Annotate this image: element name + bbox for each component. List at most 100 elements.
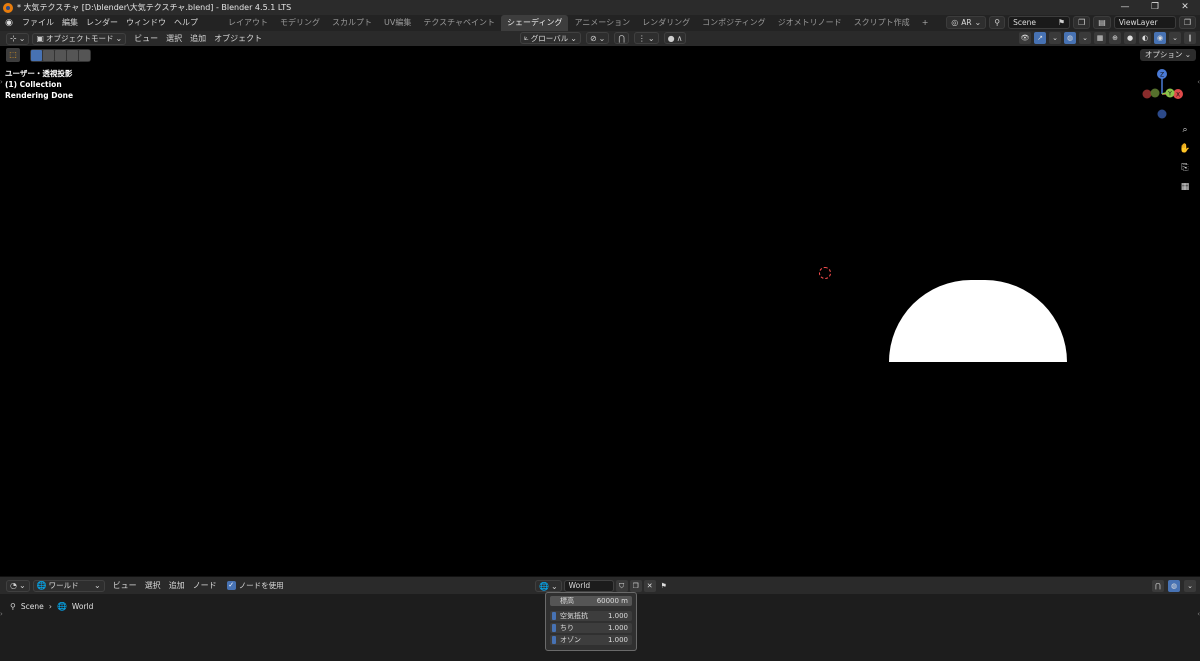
shading-dropdown[interactable]: ⌄	[1169, 32, 1181, 44]
gizmo-dropdown[interactable]: ⌄	[1049, 32, 1061, 44]
tab-compositing[interactable]: コンポジティング	[696, 15, 772, 31]
tab-modeling[interactable]: モデリング	[274, 15, 326, 31]
tab-rendering[interactable]: レンダリング	[636, 15, 696, 31]
node-editor-canvas[interactable]: ⚲ Scene › 🌐 World › ‹ 標高 60000 m 空気抵抗 1.…	[0, 592, 1200, 661]
visibility-icon[interactable]: 👁	[1019, 32, 1031, 44]
perspective-grid-icon[interactable]: ▦	[1178, 181, 1192, 193]
scene-field[interactable]: Scene ⚑	[1008, 16, 1071, 29]
menu-file[interactable]: ファイル	[18, 15, 58, 31]
tab-texture-paint[interactable]: テクスチャペイント	[417, 15, 501, 31]
menu-view[interactable]: ビュー	[130, 31, 162, 46]
world-icon: 🌐	[539, 581, 549, 591]
sidebar-toggle[interactable]: ∥	[1184, 32, 1196, 44]
select-tool-icon[interactable]: ⬚	[6, 48, 20, 62]
overlay-dropdown[interactable]: ⌄	[1184, 580, 1196, 592]
menu-select[interactable]: 選択	[141, 578, 165, 594]
pivot-dropdown[interactable]: ⊘ ⌄	[585, 32, 610, 44]
toolbar-expand-icon[interactable]: ›	[0, 78, 3, 86]
tab-geometry-nodes[interactable]: ジオメトリノード	[772, 15, 848, 31]
orientation-dropdown[interactable]: ⟀ グローバル ⌄	[520, 32, 581, 44]
shader-type-dropdown[interactable]: 🌐 ワールド ⌄	[32, 579, 105, 592]
shading-rendered[interactable]: ◉	[1154, 32, 1166, 44]
blender-logo-icon[interactable]: ◉	[0, 18, 18, 28]
overlay-toggle[interactable]: ◍	[1064, 32, 1076, 44]
breadcrumb: ⚲ Scene › 🌐 World	[10, 602, 93, 611]
snap-toggle[interactable]: ⋂	[614, 32, 629, 44]
tab-shading[interactable]: シェーディング	[501, 15, 569, 31]
pan-hand-icon[interactable]: ✋	[1178, 143, 1192, 155]
viewport-header: ⊹ ⌄ ▣ オブジェクトモード ⌄ ビュー 選択 追加 オブジェクト ⟀ グローバ…	[0, 31, 1200, 46]
gizmo-toggle[interactable]: ↗	[1034, 32, 1046, 44]
minimize-button[interactable]: —	[1110, 0, 1140, 15]
scene-type-icon[interactable]: ⚲	[989, 16, 1006, 29]
menu-render[interactable]: レンダー	[82, 15, 122, 31]
options-label: オプション	[1144, 50, 1183, 59]
input-socket[interactable]	[552, 624, 556, 632]
add-workspace-icon[interactable]: +	[916, 15, 935, 31]
select-new-icon[interactable]	[31, 49, 42, 61]
view-layer-type-icon[interactable]: ▤	[1093, 16, 1111, 29]
altitude-field[interactable]: 標高 60000 m	[550, 596, 632, 606]
duplicate-icon[interactable]: ❐	[629, 580, 642, 592]
shading-wireframe[interactable]: ⊕	[1109, 32, 1121, 44]
snap-dropdown[interactable]: ⋮ ⌄	[633, 32, 659, 44]
new-view-layer-button[interactable]: ❐	[1178, 16, 1196, 29]
menu-select[interactable]: 選択	[162, 31, 186, 46]
maximize-button[interactable]: ❐	[1140, 0, 1170, 15]
sky-texture-node[interactable]: 標高 60000 m 空気抵抗 1.000 ちり 1.000 オゾン 1.000	[545, 592, 637, 651]
ozone-density-field[interactable]: オゾン 1.000	[550, 635, 632, 645]
editor-type-button[interactable]: ⊹ ⌄	[6, 32, 30, 45]
view-layer-field[interactable]: ViewLayer	[1113, 16, 1176, 29]
menu-view[interactable]: ビュー	[109, 578, 141, 594]
select-extend-icon[interactable]	[43, 49, 54, 61]
menu-edit[interactable]: 編集	[58, 15, 82, 31]
input-socket[interactable]	[552, 636, 556, 644]
view-layer-icon: ▤	[1098, 18, 1106, 27]
world-name-field[interactable]: World	[563, 580, 614, 592]
select-subtract-icon[interactable]	[55, 49, 66, 61]
close-button[interactable]: ✕	[1170, 0, 1200, 15]
dust-density-field[interactable]: ちり 1.000	[550, 623, 632, 633]
options-dropdown[interactable]: オプション ⌄	[1139, 49, 1196, 61]
pivot-icon: ⊘	[589, 33, 597, 43]
editor-type-button[interactable]: ◔ ⌄	[6, 579, 30, 592]
navigation-icons: ⌕ ✋ ⎘ ▦	[1178, 124, 1192, 193]
tab-sculpt[interactable]: スカルプト	[326, 15, 378, 31]
tab-layout[interactable]: レイアウト	[222, 15, 274, 31]
shading-material[interactable]: ◐	[1139, 32, 1151, 44]
xray-toggle[interactable]: ▦	[1094, 32, 1106, 44]
snap-icon[interactable]: ⋂	[1152, 580, 1164, 592]
input-socket[interactable]	[552, 612, 556, 620]
menu-window[interactable]: ウィンドウ	[122, 15, 170, 31]
ar-selector[interactable]: ◎ AR ⌄	[946, 16, 987, 29]
new-scene-button[interactable]: ❐	[1073, 16, 1091, 29]
menu-help[interactable]: ヘルプ	[170, 15, 202, 31]
navigation-gizmo[interactable]: Z X Y	[1134, 66, 1188, 120]
select-invert-icon[interactable]	[67, 49, 78, 61]
mode-dropdown[interactable]: ▣ オブジェクトモード ⌄	[32, 32, 127, 45]
x-axis-label: X	[1176, 92, 1180, 99]
select-intersect-icon[interactable]	[79, 49, 90, 61]
air-density-field[interactable]: 空気抵抗 1.000	[550, 611, 632, 621]
tab-animation[interactable]: アニメーション	[568, 15, 636, 31]
camera-icon[interactable]: ⎘	[1178, 162, 1192, 174]
menu-object[interactable]: オブジェクト	[210, 31, 266, 46]
menu-add[interactable]: 追加	[165, 578, 189, 594]
overlay-toggle[interactable]: ◍	[1168, 580, 1180, 592]
menu-add[interactable]: 追加	[186, 31, 210, 46]
zoom-icon[interactable]: ⌕	[1178, 124, 1192, 136]
unlink-icon[interactable]: ✕	[643, 580, 656, 592]
tab-uv-editing[interactable]: UV編集	[378, 15, 417, 31]
workspace-tabs: レイアウト モデリング スカルプト UV編集 テクスチャペイント シェーディング…	[222, 15, 934, 31]
3d-viewport[interactable]: ⬚ ユーザー・透視投影 (1) Collection Rendering Don…	[0, 46, 1200, 576]
use-nodes-checkbox[interactable]: ✓	[226, 581, 236, 590]
pin-icon[interactable]: ⚑	[658, 580, 670, 592]
shading-solid[interactable]: ●	[1124, 32, 1136, 44]
overlay-dropdown[interactable]: ⌄	[1079, 32, 1091, 44]
fake-user-icon[interactable]: ⛉	[615, 580, 628, 592]
proportional-toggle[interactable]: ● ∧	[663, 32, 687, 44]
world-browse-button[interactable]: 🌐 ⌄	[535, 580, 562, 592]
toolbar-expand-icon[interactable]: ›	[0, 610, 3, 618]
tab-scripting[interactable]: スクリプト作成	[848, 15, 916, 31]
menu-node[interactable]: ノード	[189, 578, 221, 594]
